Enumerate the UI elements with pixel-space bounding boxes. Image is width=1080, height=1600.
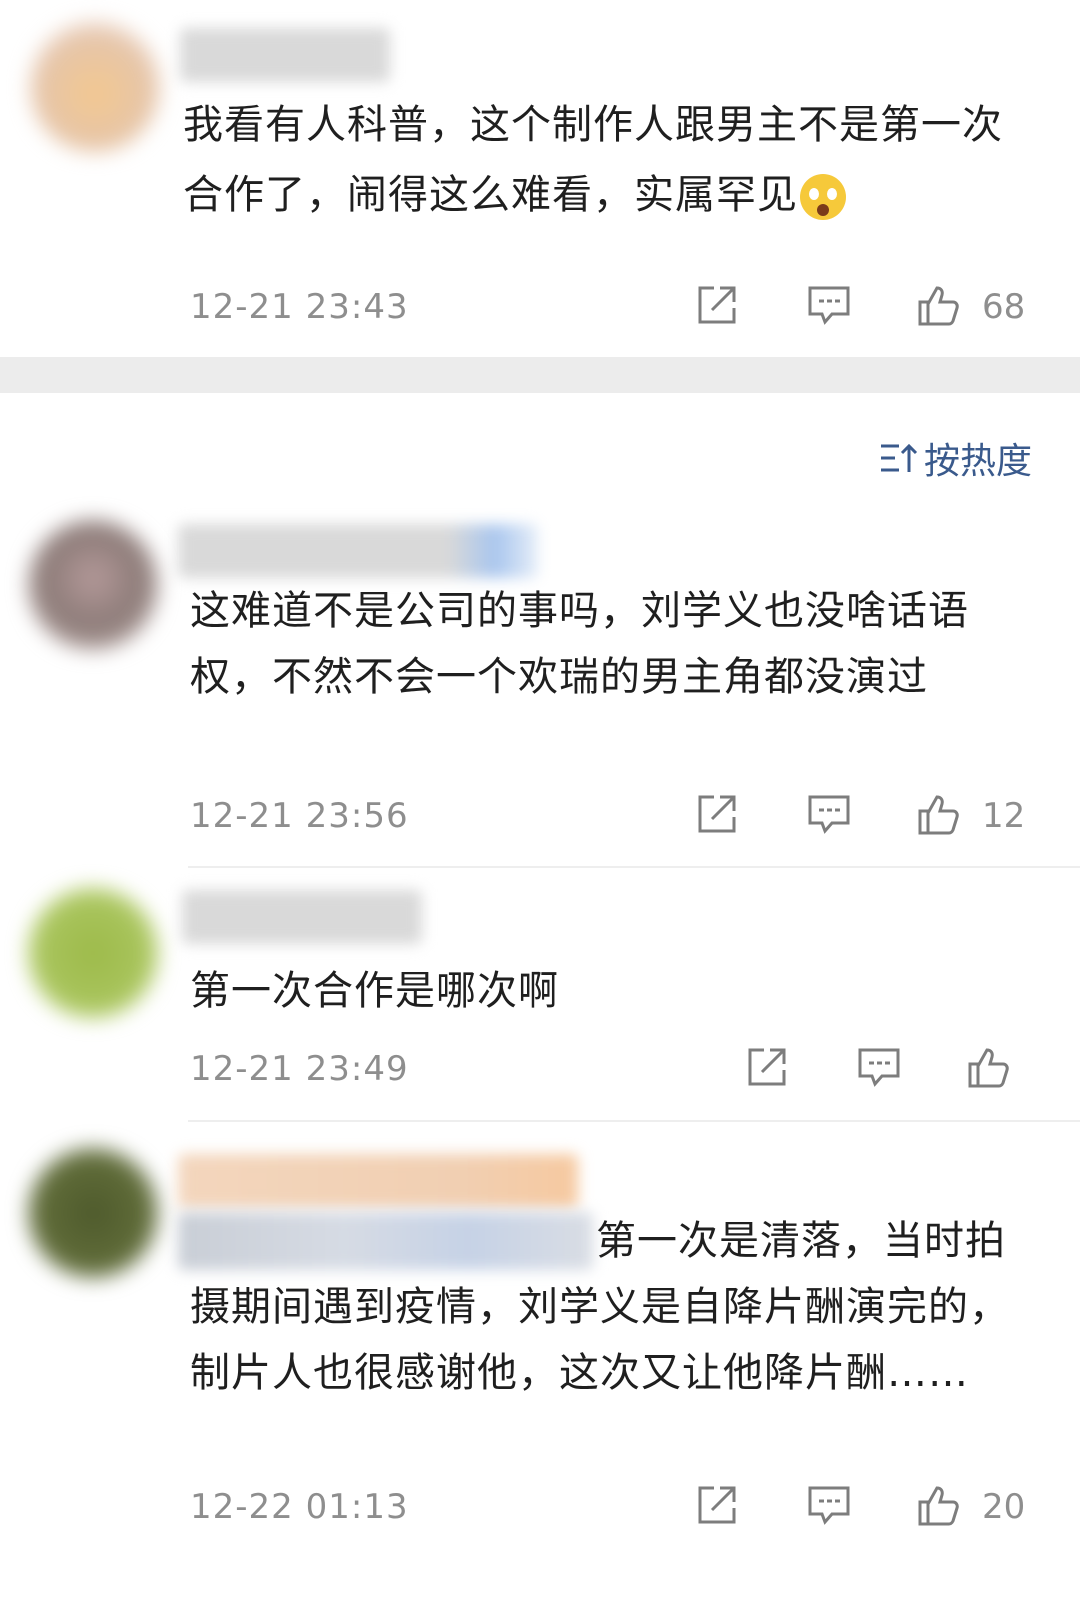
comment-text: 第一次是清落，当时拍摄期间遇到疫情，刘学义是自降片酬演完的，制片人也很感谢他，这… (190, 1218, 1010, 1396)
avatar[interactable] (28, 520, 158, 650)
comment-time: 12-21 23:43 (190, 287, 409, 327)
avatar[interactable] (30, 22, 160, 152)
comment-text: 我看有人科普，这个制作人跟男主不是第一次合作了，闹得这么难看，实属罕见 (183, 102, 1003, 220)
thumbs-up-icon[interactable] (966, 1044, 1012, 1090)
astonished-face-icon (800, 174, 846, 220)
comment-time: 12-21 23:56 (190, 796, 409, 836)
comment-divider (188, 1120, 1080, 1122)
sort-button[interactable]: 按热度 (878, 432, 1032, 484)
comment-time: 12-22 01:13 (190, 1487, 409, 1527)
username-blurred[interactable] (180, 28, 390, 82)
like-count: 68 (982, 287, 1026, 327)
share-icon[interactable] (744, 1044, 790, 1090)
share-icon[interactable] (694, 791, 740, 837)
comment-icon[interactable] (806, 282, 852, 328)
share-icon[interactable] (694, 1482, 740, 1528)
comment-text: 这难道不是公司的事吗，刘学义也没啥话语权，不然不会一个欢瑞的男主角都没演过 (190, 588, 969, 700)
section-divider (0, 357, 1080, 393)
comment-icon[interactable] (856, 1044, 902, 1090)
sort-icon (880, 443, 918, 472)
comment-time: 12-21 23:49 (190, 1049, 409, 1089)
thumbs-up-icon[interactable] (916, 791, 962, 837)
username-blurred[interactable] (182, 890, 422, 944)
thumbs-up-icon[interactable] (916, 1482, 962, 1528)
avatar[interactable] (28, 888, 158, 1018)
sort-label: 按热度 (923, 441, 1032, 482)
like-count: 20 (982, 1487, 1026, 1527)
comment-icon[interactable] (806, 1482, 852, 1528)
username-blurred[interactable] (178, 1154, 578, 1208)
username-blurred[interactable] (178, 524, 538, 578)
share-icon[interactable] (694, 282, 740, 328)
avatar[interactable] (28, 1148, 158, 1278)
comment-divider (188, 866, 1080, 868)
comment-icon[interactable] (806, 791, 852, 837)
like-count: 12 (982, 796, 1026, 836)
thumbs-up-icon[interactable] (916, 282, 962, 328)
comment-text: 第一次合作是哪次啊 (190, 968, 559, 1014)
